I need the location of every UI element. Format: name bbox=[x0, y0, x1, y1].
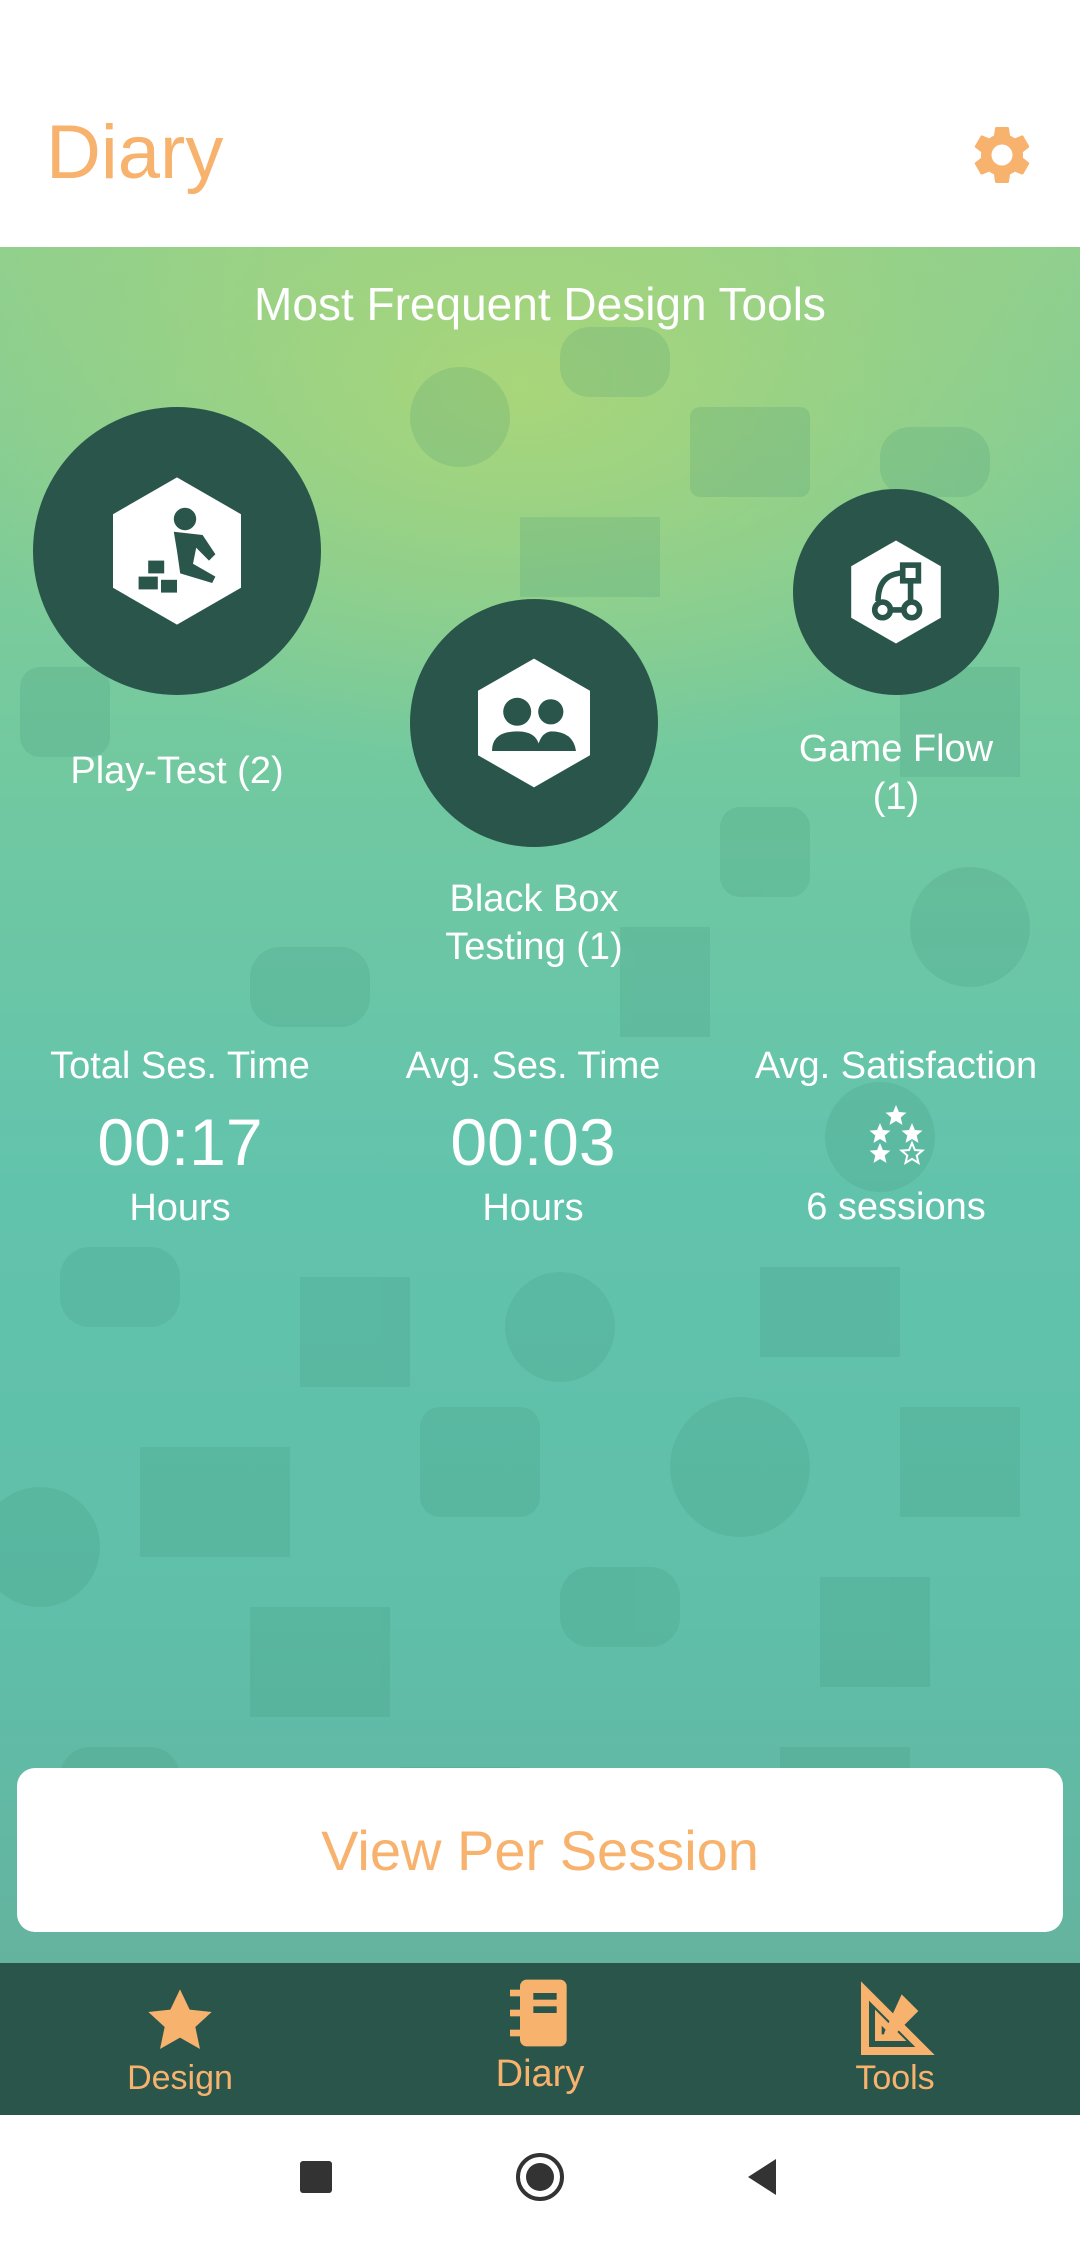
star-icon bbox=[869, 1123, 891, 1143]
set-square-icon bbox=[861, 1981, 935, 2055]
stat-label: Avg. Satisfaction bbox=[754, 1045, 1038, 1087]
notebook-icon bbox=[510, 1979, 567, 2047]
flow-icon bbox=[851, 540, 941, 644]
stat-unit: Hours bbox=[482, 1187, 584, 1229]
nav-design[interactable]: Design bbox=[0, 1963, 360, 2115]
stat-total-time: Total Ses. Time 00:17 Hours bbox=[0, 1042, 360, 1232]
page-title: Diary bbox=[46, 110, 224, 195]
nav-label-tools: Tools bbox=[855, 2059, 935, 2097]
nav-tools[interactable]: Tools bbox=[715, 1963, 1075, 2115]
nav-label-design: Design bbox=[127, 2059, 233, 2097]
stat-satisfaction: Avg. Satisfaction 6 sessions bbox=[716, 1042, 1076, 1231]
back-icon[interactable] bbox=[742, 2155, 782, 2199]
tool-play-test[interactable] bbox=[33, 407, 321, 695]
stat-avg-time: Avg. Ses. Time 00:03 Hours bbox=[353, 1042, 713, 1232]
app-header: Diary bbox=[0, 0, 1080, 247]
nav-label-diary: Diary bbox=[495, 2053, 585, 2095]
nav-diary[interactable]: Diary bbox=[360, 1963, 720, 2115]
section-title: Most Frequent Design Tools bbox=[254, 278, 826, 330]
play-test-icon bbox=[113, 477, 241, 625]
gear-icon[interactable] bbox=[967, 120, 1037, 190]
group-icon bbox=[478, 658, 590, 788]
star-icon bbox=[901, 1123, 923, 1143]
view-per-session-button[interactable]: View Per Session bbox=[17, 1768, 1063, 1932]
satisfaction-stars bbox=[869, 1105, 925, 1166]
stat-label: Avg. Ses. Time bbox=[405, 1045, 661, 1087]
tool-label-black-box-testing: Black Box Testing (1) bbox=[445, 878, 623, 968]
diary-overview: Most Frequent Design Tools Play-Test (2) bbox=[0, 247, 1080, 1963]
tool-game-flow[interactable] bbox=[793, 489, 999, 695]
stat-sessions: 6 sessions bbox=[806, 1186, 986, 1228]
tool-label-play-test: Play-Test (2) bbox=[70, 750, 284, 792]
star-icon bbox=[148, 1989, 212, 2049]
bottom-nav: Design Diary Tools bbox=[0, 1963, 1080, 2115]
home-icon[interactable] bbox=[514, 2151, 566, 2203]
star-icon bbox=[885, 1105, 907, 1125]
stat-value: 00:17 bbox=[97, 1105, 263, 1179]
stat-unit: Hours bbox=[129, 1187, 231, 1229]
star-icon bbox=[899, 1140, 925, 1166]
tool-black-box-testing[interactable] bbox=[410, 599, 658, 847]
recents-icon[interactable] bbox=[296, 2157, 336, 2197]
system-nav-bar bbox=[0, 2115, 1080, 2246]
tool-label-game-flow: Game Flow (1) bbox=[798, 728, 994, 818]
star-icon bbox=[869, 1143, 891, 1163]
stat-label: Total Ses. Time bbox=[50, 1045, 310, 1087]
stat-value: 00:03 bbox=[450, 1105, 616, 1179]
